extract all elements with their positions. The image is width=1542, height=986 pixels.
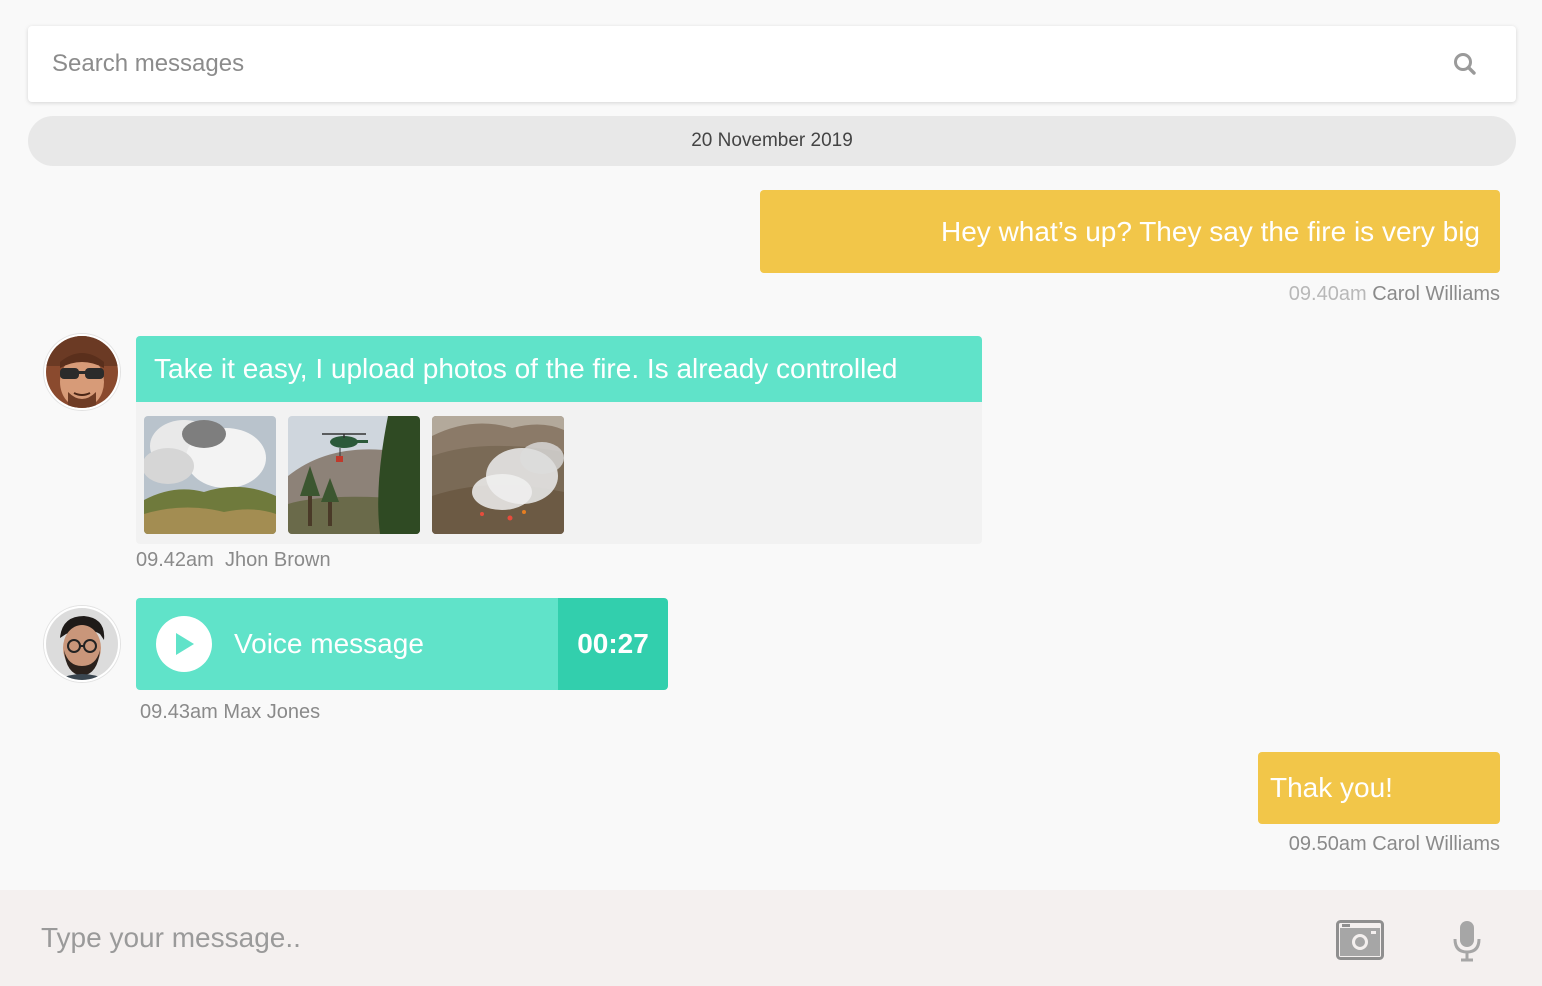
voice-message: Voice message 00:27: [136, 598, 668, 690]
photo-thumbnail-smoke-over-hills[interactable]: [144, 416, 276, 534]
message-time: 09.40am: [1288, 283, 1367, 305]
outgoing-message-bubble[interactable]: Thak you!: [1258, 752, 1500, 824]
date-divider: 20 November 2019: [28, 116, 1516, 166]
message-text: Thak you!: [1270, 772, 1393, 803]
message-text: Take it easy, I upload photos of the fir…: [154, 353, 898, 384]
avatar[interactable]: [44, 334, 120, 410]
message-text: Hey what’s up? They say the fire is very…: [941, 215, 1480, 247]
search-bar: [28, 26, 1516, 102]
avatar[interactable]: [44, 606, 120, 682]
message-sender: Carol Williams: [1372, 833, 1500, 855]
photo-thumbnail-brush-fire-smoke[interactable]: [432, 416, 564, 534]
search-icon[interactable]: [1449, 48, 1481, 80]
photo-attachments: [136, 402, 982, 544]
message-sender: Max Jones: [223, 701, 321, 723]
message-input[interactable]: [0, 890, 1300, 986]
message-meta: 09.42am Jhon Brown: [136, 549, 331, 572]
message-meta: 09.40am Carol Williams: [1289, 283, 1500, 306]
voice-message-duration: 00:27: [558, 598, 668, 690]
photo-thumbnail-helicopter-water-drop[interactable]: [288, 416, 420, 534]
message-sender: Jhon Brown: [224, 549, 331, 571]
voice-message-player: Voice message: [136, 598, 558, 690]
message-time: 09.50am: [1288, 833, 1367, 855]
microphone-icon[interactable]: [1452, 920, 1482, 962]
message-time: 09.43am: [140, 701, 218, 723]
message-time: 09.42am: [136, 549, 214, 571]
message-meta: 09.50am Carol Williams: [1289, 833, 1500, 856]
message-meta: 09.43am Max Jones: [140, 701, 320, 724]
voice-message-label: Voice message: [234, 628, 424, 659]
outgoing-message-bubble[interactable]: Hey what’s up? They say the fire is very…: [760, 190, 1500, 273]
play-button[interactable]: [156, 616, 212, 672]
search-input[interactable]: [28, 26, 1418, 102]
camera-icon[interactable]: [1336, 920, 1384, 960]
message-composer: [0, 890, 1542, 986]
message-sender: Carol Williams: [1372, 283, 1500, 305]
play-icon: [176, 633, 194, 655]
date-divider-label: 20 November 2019: [691, 130, 853, 151]
incoming-message-bubble[interactable]: Take it easy, I upload photos of the fir…: [136, 336, 982, 402]
